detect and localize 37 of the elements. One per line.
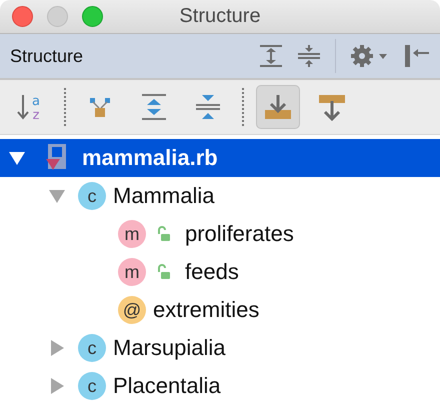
window-title: Structure — [179, 5, 261, 28]
attribute-badge: @ — [118, 296, 146, 324]
tree-item-label: Mammalia — [113, 183, 214, 209]
tree-item[interactable]: c Marsupialia — [0, 329, 440, 367]
hierarchy-icon — [88, 95, 112, 119]
tree-item[interactable]: c Placentalia — [0, 367, 440, 405]
expand-icon — [141, 93, 167, 121]
tree-item[interactable]: @ extremities — [0, 291, 440, 329]
collapse-icon — [195, 93, 221, 121]
scroll-to-source-button[interactable] — [256, 85, 300, 129]
collapse-arrow-icon[interactable] — [8, 149, 26, 167]
zoom-button[interactable] — [82, 6, 103, 27]
method-badge: m — [118, 258, 146, 286]
tree-item[interactable]: m feeds — [0, 253, 440, 291]
tree-item[interactable]: c Mammalia — [0, 177, 440, 215]
class-badge: c — [78, 372, 106, 400]
tree-item-label: extremities — [153, 297, 260, 323]
hide-panel-icon[interactable] — [404, 44, 430, 68]
panel-title: Structure — [10, 46, 84, 66]
tree-item-label: mammalia.rb — [82, 145, 218, 171]
expand-all-icon[interactable] — [259, 44, 283, 68]
close-button[interactable] — [12, 6, 33, 27]
tree-item[interactable]: m proliferates — [0, 215, 440, 253]
down-arrow-into-tray-icon — [263, 93, 293, 121]
class-badge: c — [78, 334, 106, 362]
settings-icon[interactable] — [350, 44, 390, 68]
class-badge: c — [78, 182, 106, 210]
expand-arrow-icon[interactable] — [48, 339, 66, 357]
tree-item[interactable]: mammalia.rb — [0, 139, 440, 177]
expand-arrow-icon[interactable] — [48, 377, 66, 395]
tree-item-label: feeds — [185, 259, 239, 285]
collapse-all-icon[interactable] — [297, 44, 321, 68]
tree-item-label: proliferates — [185, 221, 294, 247]
tree-item-label: Placentalia — [113, 373, 221, 399]
method-badge: m — [118, 220, 146, 248]
down-arrow-from-bar-icon — [317, 93, 347, 121]
tree-item-label: Marsupialia — [113, 335, 226, 361]
